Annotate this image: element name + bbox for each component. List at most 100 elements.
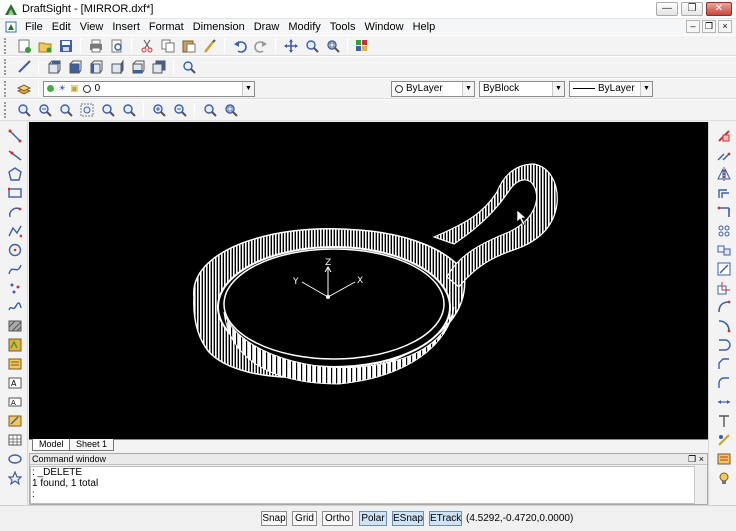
open-icon[interactable] — [37, 38, 53, 54]
command-prompt[interactable]: : — [32, 489, 694, 500]
fillet-icon[interactable] — [716, 375, 732, 391]
block-icon[interactable] — [7, 337, 23, 353]
rectangle-icon[interactable] — [7, 185, 23, 201]
top-view-icon[interactable] — [46, 59, 62, 75]
delete-icon[interactable] — [716, 128, 732, 144]
chevron-down-icon[interactable]: ▼ — [552, 81, 564, 96]
close-button[interactable]: ✕ — [706, 2, 732, 16]
esnap-toggle[interactable]: ESnap — [392, 511, 424, 526]
explode-icon[interactable] — [716, 394, 732, 410]
copy-entity-icon[interactable] — [716, 147, 732, 163]
ortho-toggle[interactable]: Ortho — [322, 511, 353, 526]
pan-icon[interactable] — [283, 38, 299, 54]
spline-icon[interactable] — [7, 261, 23, 277]
menu-insert[interactable]: Insert — [110, 21, 147, 33]
doc-close-button[interactable]: × — [718, 20, 732, 33]
hatch-icon[interactable] — [7, 318, 23, 334]
line-icon[interactable] — [7, 128, 23, 144]
rotate-icon[interactable] — [716, 242, 732, 258]
linestyle-dropdown[interactable]: ByBlock ▼ — [479, 80, 565, 97]
iso-view-icon[interactable] — [181, 59, 197, 75]
zoom-realtime-icon[interactable] — [304, 38, 320, 54]
menu-window[interactable]: Window — [362, 21, 410, 33]
bottom-view-icon[interactable] — [130, 59, 146, 75]
circle-icon[interactable] — [7, 242, 23, 258]
layer-dropdown[interactable]: ☀ ▣ 0 ▼ — [43, 80, 255, 97]
snap-toggle[interactable]: Snap — [261, 511, 287, 526]
menu-dimension[interactable]: Dimension — [191, 21, 252, 33]
toolbar-grip[interactable] — [4, 80, 8, 97]
offset-icon[interactable] — [716, 185, 732, 201]
redo-icon[interactable] — [253, 38, 269, 54]
zoom-in-icon[interactable] — [151, 102, 167, 118]
zoom-fit-icon[interactable] — [16, 102, 32, 118]
toolbar-grip[interactable] — [4, 37, 8, 54]
attach-icon[interactable] — [7, 413, 23, 429]
note-icon[interactable]: A — [7, 375, 23, 391]
print-icon[interactable] — [88, 38, 104, 54]
menu-help[interactable]: Help — [411, 21, 443, 33]
chamfer-icon[interactable] — [716, 356, 732, 372]
command-window-controls[interactable]: ❐ × — [688, 454, 704, 465]
chevron-down-icon[interactable]: ▼ — [242, 81, 254, 96]
lineweight-dropdown[interactable]: ByLayer ▼ — [569, 80, 653, 97]
paste-icon[interactable] — [181, 38, 197, 54]
restore-button[interactable]: ❐ — [681, 2, 703, 16]
zoom-window-icon[interactable] — [325, 38, 341, 54]
menu-modify[interactable]: Modify — [286, 21, 327, 33]
polygon-icon[interactable] — [7, 166, 23, 182]
dimension-icon[interactable] — [716, 413, 732, 429]
cut-icon[interactable] — [139, 38, 155, 54]
zoom-out-icon[interactable] — [172, 102, 188, 118]
save-icon[interactable] — [58, 38, 74, 54]
trim-icon[interactable] — [716, 299, 732, 315]
left-view-icon[interactable] — [88, 59, 104, 75]
document-icon[interactable] — [5, 21, 17, 33]
back-view-icon[interactable] — [151, 59, 167, 75]
mirror-icon[interactable] — [716, 166, 732, 182]
simple-note-icon[interactable]: A — [7, 394, 23, 410]
break-icon[interactable] — [716, 337, 732, 353]
menu-edit[interactable]: Edit — [50, 21, 78, 33]
menu-tools[interactable]: Tools — [328, 21, 363, 33]
command-history[interactable]: : _DELETE 1 found, 1 total : — [30, 466, 695, 504]
zoom-selection-icon[interactable] — [121, 102, 137, 118]
grid-toggle[interactable]: Grid — [292, 511, 317, 526]
match-properties-icon[interactable] — [202, 38, 218, 54]
color-dropdown[interactable]: ByLayer ▼ — [391, 80, 475, 97]
toolbar-grip[interactable] — [4, 102, 8, 118]
minimize-button[interactable]: — — [656, 2, 678, 16]
print-preview-icon[interactable] — [109, 38, 125, 54]
undo-icon[interactable] — [232, 38, 248, 54]
drawing-canvas[interactable]: Z X Y — [29, 122, 708, 439]
ellipse-icon[interactable] — [7, 451, 23, 467]
copy-icon[interactable] — [160, 38, 176, 54]
toolbar-grip[interactable] — [4, 59, 8, 75]
doc-minimize-button[interactable]: – — [686, 20, 700, 33]
stretch-icon[interactable] — [716, 280, 732, 296]
right-view-icon[interactable] — [109, 59, 125, 75]
design-resources-icon[interactable] — [355, 38, 371, 54]
star-icon[interactable] — [7, 470, 23, 486]
etrack-toggle[interactable]: ETrack — [429, 511, 462, 526]
infinite-line-icon[interactable] — [7, 147, 23, 163]
menu-file[interactable]: File — [23, 21, 50, 33]
pattern-icon[interactable] — [716, 204, 732, 220]
zoom-next-icon[interactable] — [100, 102, 116, 118]
chevron-down-icon[interactable]: ▼ — [462, 81, 474, 96]
properties-pen-icon[interactable] — [16, 59, 32, 75]
doc-restore-button[interactable]: ❐ — [702, 20, 716, 33]
chevron-down-icon[interactable]: ▼ — [640, 81, 652, 96]
tab-sheet-1[interactable]: Sheet 1 — [69, 439, 115, 451]
layer-manager-icon[interactable] — [16, 81, 32, 97]
zoom-bounds-icon[interactable] — [37, 102, 53, 118]
zoom-window-icon[interactable] — [58, 102, 74, 118]
menu-format[interactable]: Format — [147, 21, 191, 33]
polyline-icon[interactable] — [7, 223, 23, 239]
zoom-all-icon[interactable] — [223, 102, 239, 118]
region-icon[interactable] — [7, 356, 23, 372]
new-icon[interactable] — [16, 38, 32, 54]
tab-model[interactable]: Model — [32, 439, 71, 451]
point-icon[interactable] — [7, 280, 23, 296]
polar-toggle[interactable]: Polar — [359, 511, 387, 526]
